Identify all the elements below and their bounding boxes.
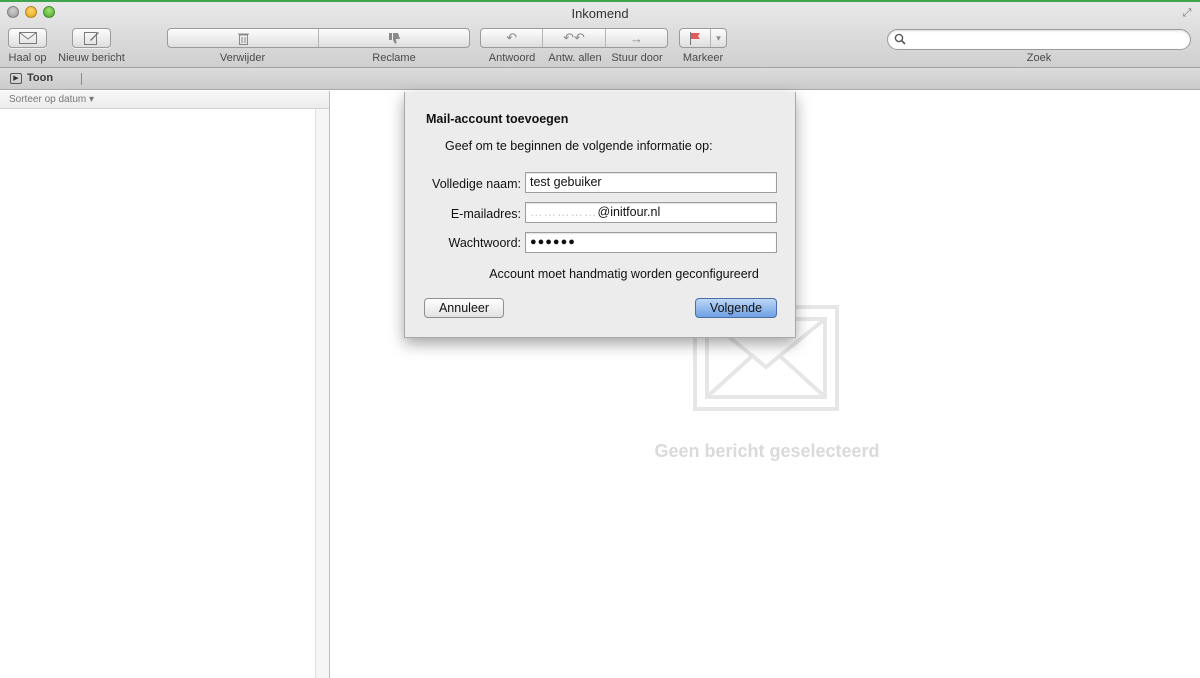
flag-label: Markeer bbox=[682, 52, 724, 64]
message-list: Sorteer op datum ▾ bbox=[0, 91, 330, 678]
favorites-bar: ▶ Toon bbox=[0, 68, 1200, 90]
next-button-label: Volgende bbox=[709, 301, 763, 315]
manual-config-note: Account moet handmatig worden geconfigur… bbox=[489, 267, 759, 281]
trash-icon bbox=[237, 33, 249, 45]
flag-segment: ▾ bbox=[679, 28, 727, 48]
full-name-label: Volledige naam: bbox=[432, 177, 521, 191]
show-mailboxes-label: Toon bbox=[27, 72, 54, 84]
delete-label: Verwijder bbox=[219, 52, 266, 64]
sort-bar[interactable]: Sorteer op datum ▾ bbox=[0, 91, 329, 109]
show-mailboxes-button[interactable]: ▶ Toon bbox=[10, 72, 53, 84]
reply-segment: ↶ ↶↶ → bbox=[480, 28, 668, 48]
search-field bbox=[887, 29, 1191, 50]
compose-icon bbox=[73, 29, 110, 47]
full-name-value: test gebuiker bbox=[530, 175, 602, 189]
envelope-icon bbox=[9, 29, 46, 47]
delete-junk-segment bbox=[167, 28, 470, 48]
no-message-selected-text: Geen bericht geselecteerd bbox=[654, 441, 880, 461]
list-scrollbar[interactable] bbox=[315, 109, 329, 678]
junk-button[interactable] bbox=[319, 29, 469, 47]
delete-button[interactable] bbox=[168, 29, 319, 47]
dialog-intro: Geef om te beginnen de volgende informat… bbox=[445, 139, 713, 153]
thumbs-down-icon bbox=[388, 32, 400, 44]
reply-label: Antwoord bbox=[488, 52, 536, 64]
email-masked-part: …………… bbox=[530, 205, 598, 219]
password-value: ●●●●●● bbox=[530, 236, 576, 248]
window-title: Inkomend bbox=[571, 6, 629, 21]
new-message-button[interactable] bbox=[72, 28, 111, 48]
email-label: E-mailadres: bbox=[450, 207, 521, 221]
sort-label[interactable]: Sorteer op datum ▾ bbox=[9, 94, 94, 105]
get-mail-button[interactable] bbox=[8, 28, 47, 48]
cancel-button[interactable]: Annuleer bbox=[424, 298, 504, 318]
play-icon: ▶ bbox=[10, 72, 22, 84]
reply-arrow-icon: ↶ bbox=[506, 30, 518, 45]
password-label: Wachtwoord: bbox=[448, 236, 521, 250]
cancel-button-label: Annuleer bbox=[438, 301, 490, 315]
reply-button[interactable]: ↶ bbox=[481, 29, 544, 47]
flag-menu-button[interactable]: ▾ bbox=[711, 29, 726, 47]
flag-button[interactable] bbox=[680, 29, 711, 47]
fullscreen-icon[interactable]: ⤢ bbox=[1181, 7, 1193, 19]
next-button[interactable]: Volgende bbox=[695, 298, 777, 318]
add-mail-account-dialog: Mail-account toevoegen Geef om te beginn… bbox=[404, 92, 796, 338]
email-field[interactable]: ……………@initfour.nl bbox=[525, 202, 777, 223]
flag-icon bbox=[690, 31, 700, 45]
reply-all-button[interactable]: ↶↶ bbox=[543, 29, 606, 47]
search-input[interactable] bbox=[910, 32, 1180, 47]
dialog-title: Mail-account toevoegen bbox=[426, 112, 569, 126]
window-toolbar: Inkomend ⤢ Haal op Nieuw bericht Verwijd… bbox=[0, 0, 1200, 68]
forward-arrow-icon: → bbox=[629, 30, 643, 46]
favorites-divider bbox=[81, 73, 82, 85]
full-name-field[interactable]: test gebuiker bbox=[525, 172, 777, 193]
get-mail-label: Haal op bbox=[8, 52, 47, 64]
forward-label: Stuur door bbox=[611, 52, 663, 64]
password-field[interactable]: ●●●●●● bbox=[525, 232, 777, 253]
reply-all-arrow-icon: ↶↶ bbox=[563, 30, 585, 45]
junk-label: Reclame bbox=[372, 52, 416, 64]
search-label: Zoek bbox=[1026, 52, 1052, 64]
search-icon bbox=[894, 33, 906, 45]
new-message-label: Nieuw bericht bbox=[58, 52, 125, 64]
reply-all-label: Antw. allen bbox=[548, 52, 602, 64]
chevron-down-icon: ▾ bbox=[716, 32, 721, 43]
email-domain: @initfour.nl bbox=[597, 205, 661, 219]
forward-button[interactable]: → bbox=[606, 29, 667, 47]
